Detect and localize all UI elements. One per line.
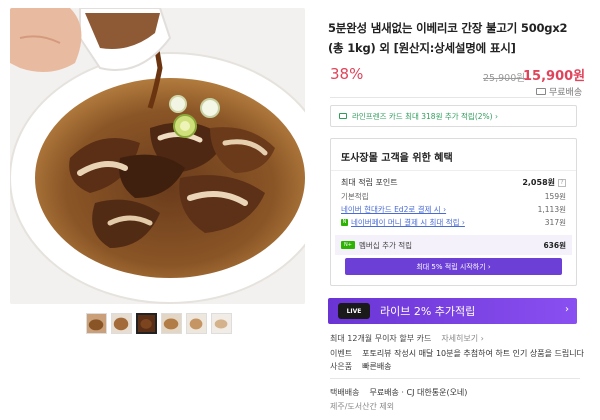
benefit-row-label: 기본적립: [341, 192, 369, 201]
product-image[interactable]: [10, 8, 305, 304]
thumbnail-5[interactable]: [186, 313, 207, 334]
benefit-row-label[interactable]: 네이버페이 머니 결제 시 최대 적립 ›: [351, 217, 465, 228]
max-points-label: 최대 적립 포인트: [341, 178, 398, 187]
live-logo: LIVE: [338, 303, 370, 319]
thumbnail-3[interactable]: [136, 313, 157, 334]
card-icon: [339, 113, 347, 119]
membership-start-button[interactable]: 최대 5% 적립 시작하기 ›: [345, 258, 562, 275]
card-promo-banner[interactable]: 라인프렌즈 카드 최대 318원 추가 적립(2%) ›: [330, 105, 577, 127]
max-points-row: 최대 적립 포인트 2,058원 ?: [341, 177, 566, 188]
naverpay-icon: N: [341, 219, 348, 226]
thumbnail-4[interactable]: [161, 313, 182, 334]
benefit-row-value: 159원: [544, 192, 566, 201]
installment-row: 최대 12개월 무이자 할부 카드 자세히보기 ›: [330, 333, 484, 344]
membership-value: 636원: [543, 240, 566, 250]
delivery-row: 택배배송 무료배송 · CJ 대한통운(오네): [330, 387, 467, 398]
delivery-text: 무료배송 · CJ 대한통운(오네): [369, 388, 468, 397]
gift-row: 사은품 빠른배송: [330, 361, 392, 372]
benefit-row: 기본적립 159원: [341, 191, 566, 202]
benefit-title: 또사장몰 고객을 위한 혜택: [341, 153, 453, 164]
membership-label: 멤버십 추가 적립: [359, 240, 413, 250]
max-points-value: 2,058원: [522, 178, 555, 187]
installment-more-link[interactable]: 자세히보기 ›: [441, 333, 484, 344]
delivery-label: 택배배송: [330, 388, 360, 397]
discount-rate: 38%: [330, 65, 364, 83]
live-banner[interactable]: LIVE 라이브 2% 추가적립 ›: [328, 298, 577, 324]
delivery-sub-text: 제주/도서산간 제외: [330, 402, 395, 411]
membership-badge-icon: N+: [341, 241, 355, 249]
gift-text: 빠른배송: [362, 362, 392, 371]
delivery-sub-row: 제주/도서산간 제외: [330, 401, 394, 412]
benefit-row-value: 317원: [544, 218, 566, 227]
event-row: 이벤트 포토리뷰 작성시 매달 10분을 추첨하여 하트 인기 상품을 드립니다: [330, 348, 584, 359]
membership-row: N+ 멤버십 추가 적립 636원: [335, 235, 572, 255]
card-promo-text: 라인프렌즈 카드 최대 318원 추가 적립(2%) ›: [352, 111, 498, 121]
event-text: 포토리뷰 작성시 매달 10분을 추첨하여 하트 인기 상품을 드립니다: [362, 349, 584, 358]
divider: [330, 378, 580, 379]
chevron-right-icon: ›: [565, 304, 569, 315]
divider: [331, 170, 576, 171]
thumbnail-1[interactable]: [86, 313, 107, 334]
benefit-row[interactable]: N 네이버페이 머니 결제 시 최대 적립 › 317원: [341, 217, 566, 228]
benefit-panel: 또사장몰 고객을 위한 혜택 최대 적립 포인트 2,058원 ? 기본적립 1…: [330, 138, 577, 286]
divider: [330, 97, 580, 98]
benefit-row-value: 1,113원: [537, 205, 566, 214]
truck-icon: [536, 88, 546, 95]
live-banner-text: 라이브 2% 추가적립: [380, 305, 476, 318]
help-icon[interactable]: ?: [558, 178, 566, 187]
gift-label: 사은품: [330, 362, 353, 371]
thumbnail-6[interactable]: [211, 313, 232, 334]
thumbnail-strip: [86, 313, 232, 334]
product-title: 5분완성 냄새없는 이베리코 간장 불고기 500gx2 (총 1kg) 외 […: [328, 21, 568, 55]
benefit-row-label[interactable]: 네이버 현대카드 Ed2로 결제 시 ›: [341, 204, 446, 215]
thumbnail-2[interactable]: [111, 313, 132, 334]
original-price: 25,900원: [483, 73, 525, 84]
sale-price: 15,900원: [523, 69, 586, 84]
benefit-row[interactable]: 네이버 현대카드 Ed2로 결제 시 › 1,113원: [341, 204, 566, 215]
event-label: 이벤트: [330, 349, 353, 358]
installment-label: 최대 12개월 무이자 할부 카드: [330, 334, 432, 343]
